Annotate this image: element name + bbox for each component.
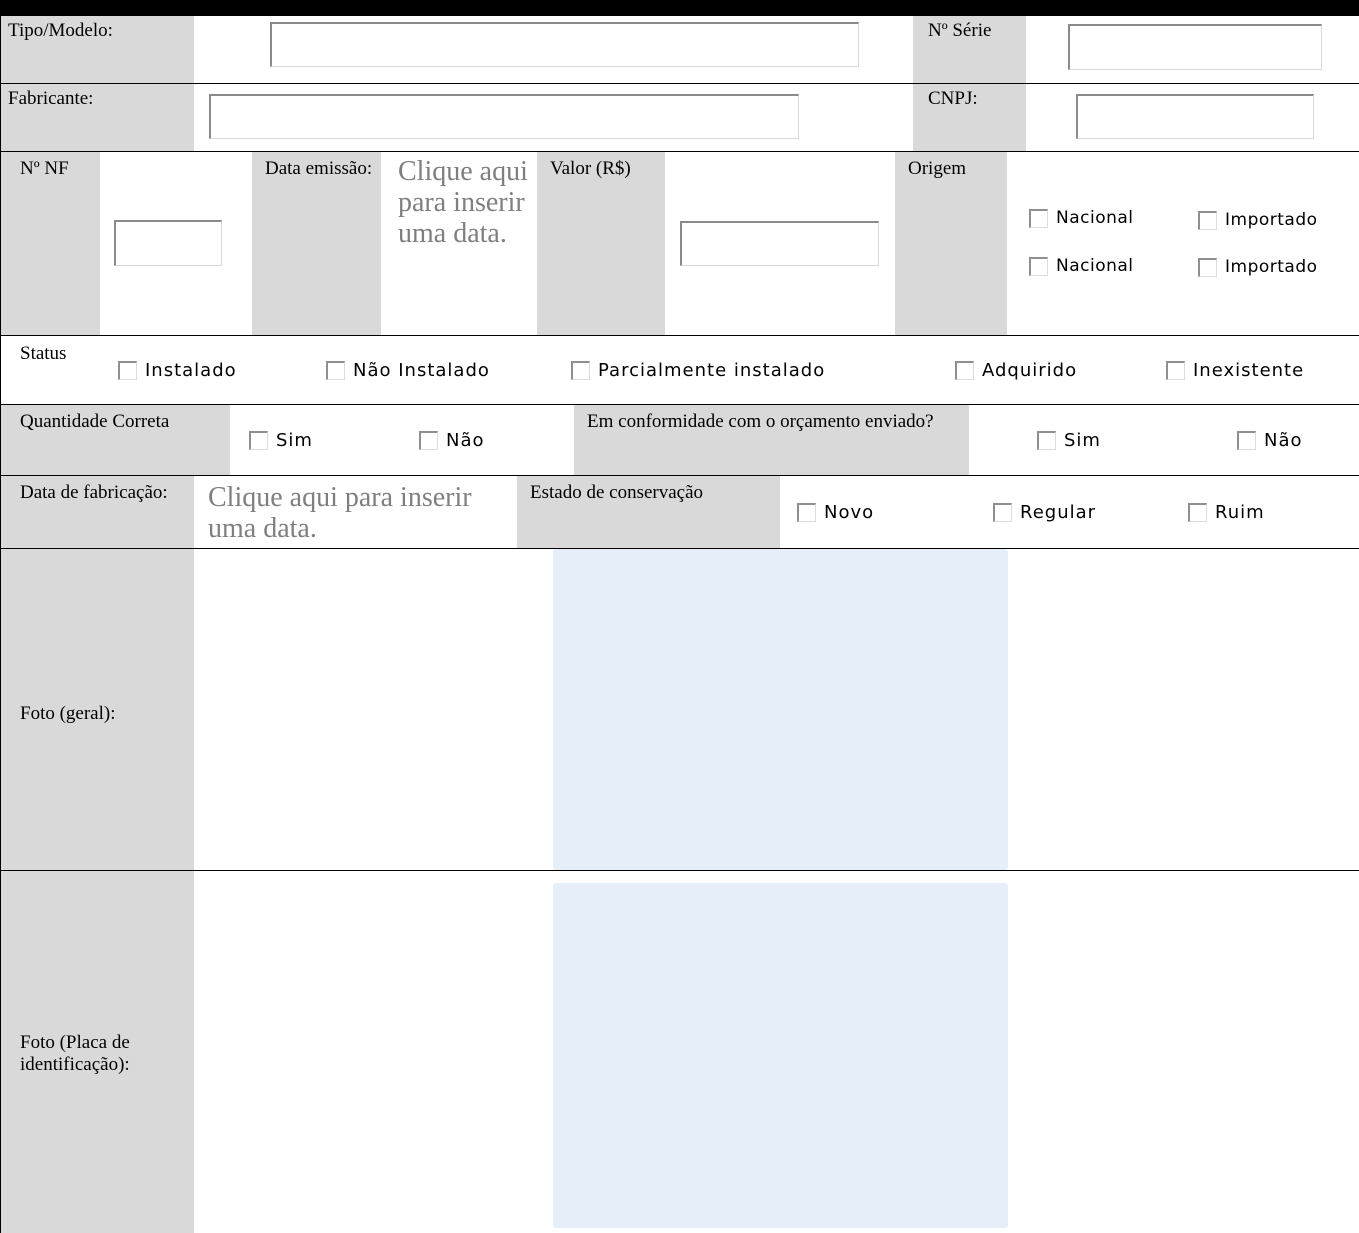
checkbox-icon[interactable] xyxy=(326,361,345,380)
row-divider xyxy=(0,83,1359,84)
fabricante-field[interactable] xyxy=(209,94,799,139)
numero-serie-label: Nº Série xyxy=(928,20,992,41)
cnpj-field[interactable] xyxy=(1076,94,1314,139)
checkbox-icon[interactable] xyxy=(1188,503,1207,522)
valor-label: Valor (R$) xyxy=(550,158,631,179)
origem-nacional-checkbox[interactable]: Nacional xyxy=(1029,208,1134,228)
row-divider xyxy=(0,151,1359,152)
conformidade-sim-checkbox[interactable]: Sim xyxy=(1037,430,1101,451)
checkbox-icon[interactable] xyxy=(797,503,816,522)
row-divider xyxy=(0,404,1359,405)
numero-nf-field[interactable] xyxy=(114,220,222,266)
data-emissao-date-picker[interactable]: Clique aqui para inserir uma data. xyxy=(398,156,530,249)
checkbox-icon[interactable] xyxy=(1029,208,1048,228)
checkbox-icon[interactable] xyxy=(249,431,268,450)
cnpj-label: CNPJ: xyxy=(928,88,978,109)
checkbox-icon[interactable] xyxy=(1198,210,1217,230)
checkbox-icon[interactable] xyxy=(1198,257,1217,277)
data-fabricacao-label: Data de fabricação: xyxy=(20,482,168,503)
origem-importado-checkbox[interactable]: Importado xyxy=(1198,210,1318,230)
estado-conservacao-label: Estado de conservação xyxy=(530,482,704,503)
quantidade-correta-label: Quantidade Correta xyxy=(20,411,170,432)
status-parcialmente-instalado-checkbox[interactable]: Parcialmente instalado xyxy=(571,360,825,381)
status-nao-instalado-checkbox[interactable]: Não Instalado xyxy=(326,360,490,381)
status-instalado-checkbox[interactable]: Instalado xyxy=(118,360,237,381)
quantidade-nao-checkbox[interactable]: Não xyxy=(419,430,485,451)
foto-placa-label: Foto (Placa de identificação): xyxy=(20,1032,130,1075)
status-label: Status xyxy=(20,343,67,364)
row-divider xyxy=(0,870,1359,871)
tipo-modelo-field[interactable] xyxy=(270,22,859,67)
estado-regular-checkbox[interactable]: Regular xyxy=(993,502,1096,523)
data-fabricacao-date-picker[interactable]: Clique aqui para inserir uma data. xyxy=(208,482,498,544)
tipo-modelo-label: Tipo/Modelo: xyxy=(8,20,113,41)
estado-ruim-checkbox[interactable]: Ruim xyxy=(1188,502,1265,523)
checkbox-icon[interactable] xyxy=(1237,431,1256,450)
numero-nf-label: Nº NF xyxy=(20,158,69,179)
estado-novo-checkbox[interactable]: Novo xyxy=(797,502,874,523)
quantidade-sim-checkbox[interactable]: Sim xyxy=(249,430,313,451)
numero-serie-field[interactable] xyxy=(1068,24,1322,70)
checkbox-icon[interactable] xyxy=(419,431,438,450)
fabricante-label: Fabricante: xyxy=(8,88,94,109)
foto-placa-image-placeholder[interactable] xyxy=(553,883,1008,1228)
origem-importado-checkbox-2[interactable]: Importado xyxy=(1198,257,1318,277)
foto-geral-image-placeholder[interactable] xyxy=(553,549,1008,870)
checkbox-icon[interactable] xyxy=(1166,361,1185,380)
checkbox-icon[interactable] xyxy=(955,361,974,380)
row-divider xyxy=(0,475,1359,476)
status-inexistente-checkbox[interactable]: Inexistente xyxy=(1166,360,1304,381)
origem-nacional-checkbox-2[interactable]: Nacional xyxy=(1029,256,1134,276)
status-adquirido-checkbox[interactable]: Adquirido xyxy=(955,360,1077,381)
left-border xyxy=(0,16,1,1233)
conformidade-nao-checkbox[interactable]: Não xyxy=(1237,430,1303,451)
checkbox-icon[interactable] xyxy=(571,361,590,380)
foto-geral-label: Foto (geral): xyxy=(20,703,116,724)
top-border xyxy=(0,0,1359,16)
checkbox-icon[interactable] xyxy=(1037,431,1056,450)
checkbox-icon[interactable] xyxy=(118,361,137,380)
row-divider xyxy=(0,335,1359,336)
valor-field[interactable] xyxy=(680,221,879,266)
conformidade-label: Em conformidade com o orçamento enviado? xyxy=(587,411,934,432)
data-emissao-label: Data emissão: xyxy=(265,158,373,179)
checkbox-icon[interactable] xyxy=(993,503,1012,522)
checkbox-icon[interactable] xyxy=(1029,256,1048,276)
origem-label: Origem xyxy=(908,158,967,179)
